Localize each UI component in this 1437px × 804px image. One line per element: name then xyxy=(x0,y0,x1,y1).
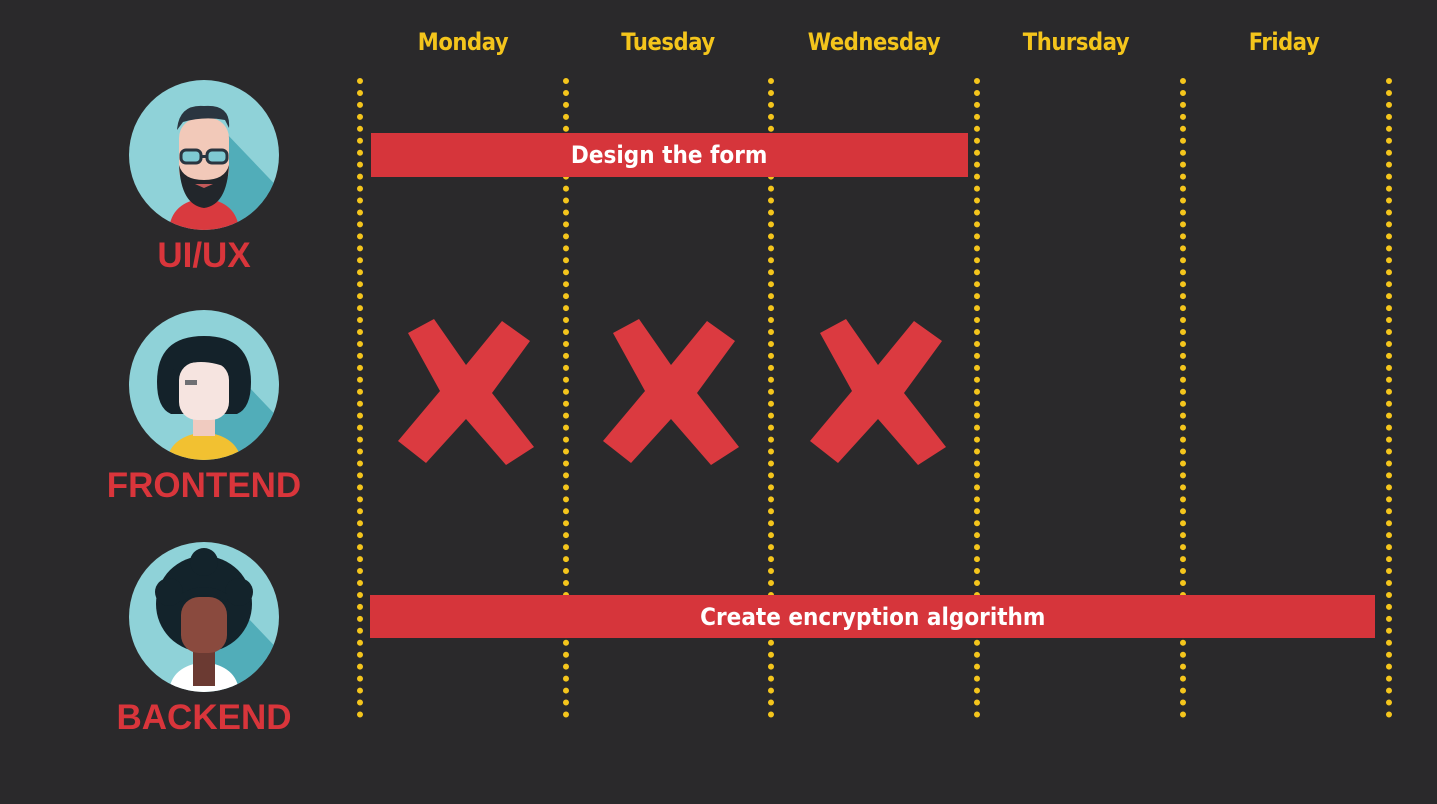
day-divider xyxy=(1386,78,1392,718)
day-header-wednesday: Wednesday xyxy=(807,28,941,56)
role-label-uiux: UI/UX xyxy=(157,236,251,275)
blocked-cross-icon xyxy=(810,319,946,465)
blocked-cross-icon xyxy=(603,319,739,465)
avatar-uiux-icon xyxy=(129,80,279,230)
day-header-monday: Monday xyxy=(417,28,509,56)
day-header-tuesday: Tuesday xyxy=(621,28,715,56)
avatar-backend-icon xyxy=(129,542,279,692)
blocked-cross-icon xyxy=(398,319,534,465)
task-label: Create encryption algorithm xyxy=(699,602,1046,631)
day-header-friday: Friday xyxy=(1248,28,1320,56)
task-bar-encryption-algorithm: Create encryption algorithm xyxy=(370,595,1375,638)
role-label-frontend: FRONTEND xyxy=(106,466,302,505)
role-label-backend: BACKEND xyxy=(116,698,292,737)
day-divider xyxy=(357,78,363,718)
task-label: Design the form xyxy=(571,141,768,169)
day-header-thursday: Thursday xyxy=(1022,28,1130,56)
task-bar-design-form: Design the form xyxy=(371,133,968,177)
avatar-frontend-icon xyxy=(129,310,279,460)
